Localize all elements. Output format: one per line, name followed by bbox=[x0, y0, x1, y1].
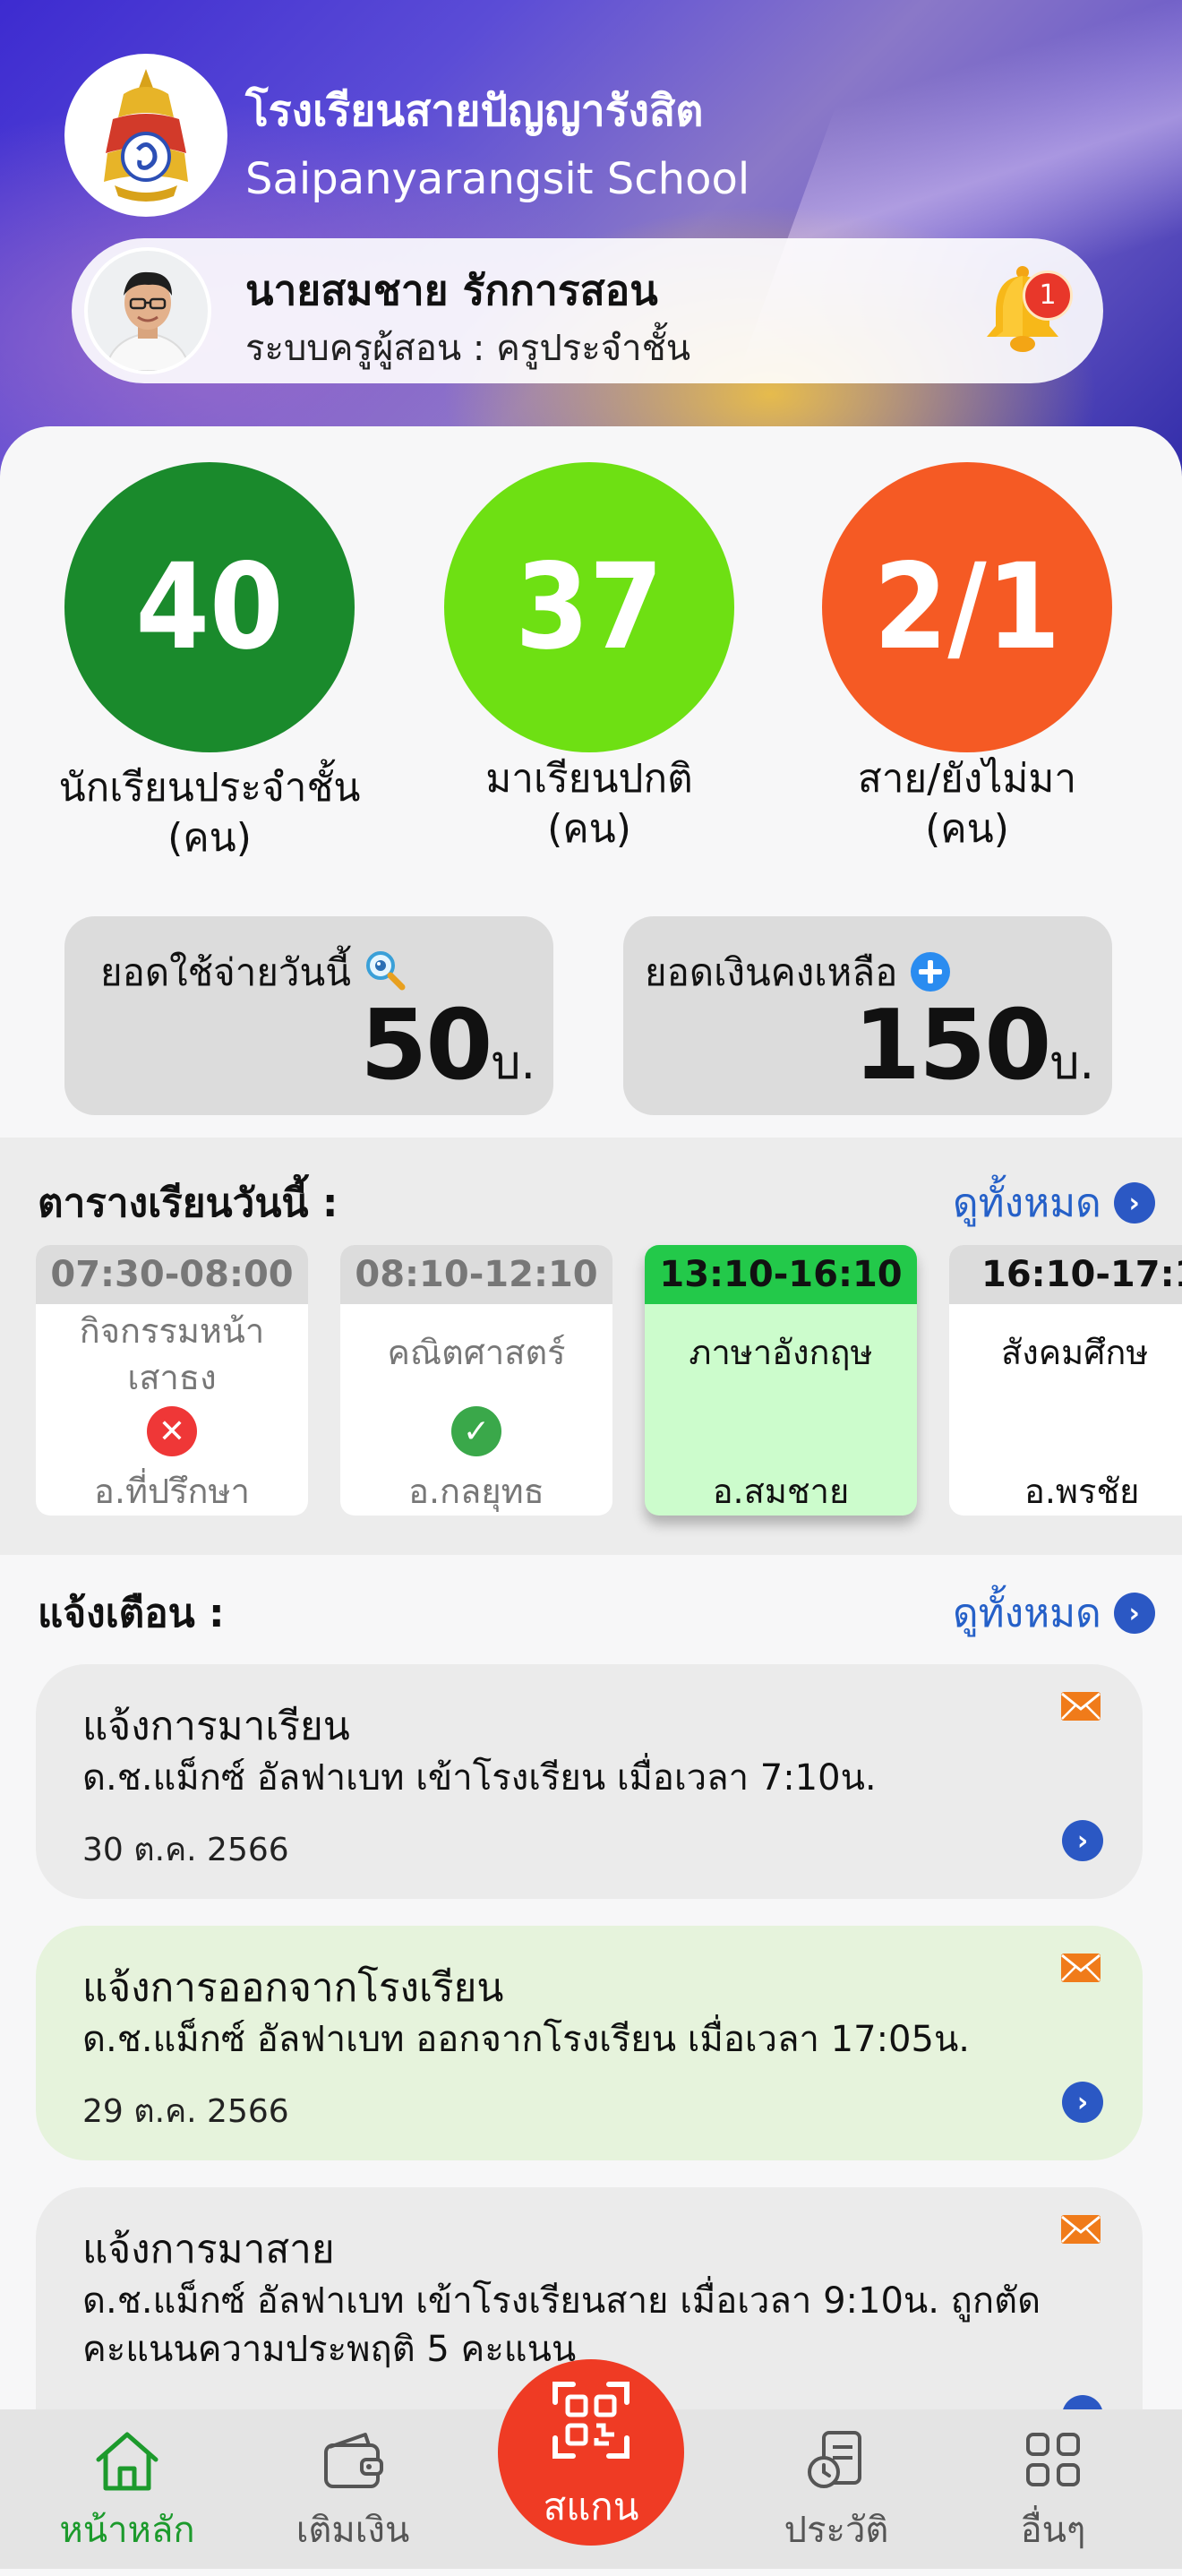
slot-time: 07:30-08:00 bbox=[36, 1245, 308, 1304]
tab-more[interactable]: อื่นๆ bbox=[964, 2427, 1143, 2558]
tab-home[interactable]: หน้าหลัก bbox=[38, 2427, 217, 2558]
schedule-title: ตารางเรียนวันนี้ : bbox=[38, 1181, 338, 1226]
alert-title: แจ้งการออกจากโรงเรียน bbox=[82, 1965, 504, 2011]
slot-time: 16:10-17:1 bbox=[949, 1245, 1182, 1304]
balance-label: ยอดเงินคงเหลือ bbox=[645, 950, 898, 994]
school-name-thai: โรงเรียนสายปัญญารังสิต bbox=[245, 86, 704, 136]
slot-subject: ภาษาอังกฤษ bbox=[689, 1333, 873, 1372]
late-absent-label: สาย/ยังไม่มา (คน) bbox=[779, 754, 1155, 854]
schedule-see-all-link[interactable]: ดูทั้งหมด › bbox=[953, 1172, 1155, 1234]
tab-history[interactable]: ประวัติ bbox=[747, 2427, 926, 2558]
late-absent-stat[interactable]: 2/1 bbox=[822, 462, 1112, 752]
currency-unit: บ. bbox=[491, 1036, 535, 1090]
alert-date: 30 ต.ค. 2566 bbox=[82, 1832, 289, 1868]
envelope-icon bbox=[1061, 1953, 1101, 1982]
balance-amount: 150บ. bbox=[853, 990, 1094, 1102]
add-funds-icon[interactable] bbox=[910, 951, 951, 992]
scan-label: สแกน bbox=[543, 2485, 639, 2529]
school-emblem-icon bbox=[104, 69, 188, 202]
chevron-right-icon[interactable]: › bbox=[1113, 1593, 1155, 1634]
alert-title: แจ้งการมาเรียน bbox=[82, 1704, 350, 1749]
wallet-icon bbox=[324, 2433, 383, 2488]
chevron-right-icon[interactable]: › bbox=[1062, 2082, 1103, 2123]
qr-scan-icon bbox=[552, 2382, 630, 2459]
tab-topup-label: เติมเงิน bbox=[296, 2510, 410, 2551]
grid-more-icon bbox=[1026, 2433, 1080, 2486]
alert-card[interactable]: แจ้งการออกจากโรงเรียน ด.ช.แม็กซ์ อัลฟาเบ… bbox=[36, 1926, 1143, 2160]
spend-today-value: 50 bbox=[360, 990, 492, 1102]
balance-card[interactable]: ยอดเงินคงเหลือ 150บ. bbox=[623, 916, 1112, 1115]
absent-x-icon: ✕ bbox=[147, 1406, 197, 1456]
see-all-label: ดูทั้งหมด bbox=[953, 1591, 1101, 1636]
total-students-stat[interactable]: 40 bbox=[64, 462, 355, 752]
slot-teacher: อ.ที่ปรึกษา bbox=[94, 1472, 250, 1511]
alerts-title: แจ้งเตือน : bbox=[38, 1591, 225, 1636]
alert-message: ด.ช.แม็กซ์ อัลฟาเบท เข้าโรงเรียนสาย เมื่… bbox=[82, 2280, 1041, 2370]
school-name-english: Saipanyarangsit School bbox=[245, 154, 750, 204]
spend-today-amount: 50บ. bbox=[360, 990, 535, 1102]
balance-value: 150 bbox=[853, 990, 1051, 1102]
scan-button[interactable]: สแกน bbox=[498, 2359, 684, 2546]
slot-time: 08:10-12:10 bbox=[340, 1245, 612, 1304]
tab-topup[interactable]: เติมเงิน bbox=[263, 2427, 442, 2558]
alert-title: แจ้งการมาสาย bbox=[82, 2227, 335, 2272]
alert-message: ด.ช.แม็กซ์ อัลฟาเบท ออกจากโรงเรียน เมื่อ… bbox=[82, 2019, 970, 2060]
chevron-right-icon[interactable]: › bbox=[1113, 1182, 1155, 1224]
avatar[interactable] bbox=[84, 247, 211, 374]
spend-today-label: ยอดใช้จ่ายวันนี้ bbox=[100, 950, 351, 994]
history-document-icon bbox=[808, 2431, 861, 2488]
school-logo bbox=[64, 54, 227, 217]
schedule-slot[interactable]: 07:30-08:00 กิจกรรมหน้าเสาธง ✕ อ.ที่ปรึก… bbox=[36, 1245, 308, 1516]
tab-history-label: ประวัติ bbox=[784, 2510, 889, 2551]
stat-label-line: สาย/ยังไม่มา bbox=[857, 756, 1077, 802]
slot-subject: คณิตศาสตร์ bbox=[387, 1333, 566, 1372]
alerts-see-all-link[interactable]: ดูทั้งหมด › bbox=[953, 1582, 1155, 1644]
slot-subject: กิจกรรมหน้าเสาธง bbox=[79, 1311, 265, 1397]
see-all-label: ดูทั้งหมด bbox=[953, 1181, 1101, 1226]
slot-teacher: อ.พรชัย bbox=[1024, 1472, 1140, 1511]
envelope-icon bbox=[1061, 2215, 1101, 2244]
spend-today-card[interactable]: ยอดใช้จ่ายวันนี้ 50บ. bbox=[64, 916, 553, 1115]
user-name: นายสมชาย รักการสอน bbox=[245, 266, 658, 314]
stat-label-unit: (คน) bbox=[167, 815, 252, 861]
home-icon bbox=[96, 2432, 158, 2491]
stat-label-line: นักเรียนประจำชั้น bbox=[58, 765, 361, 811]
stat-label-unit: (คน) bbox=[547, 806, 631, 852]
chevron-right-icon[interactable]: › bbox=[1062, 1820, 1103, 1861]
schedule-slot[interactable]: 08:10-12:10 คณิตศาสตร์ ✓ อ.กลยุทธ bbox=[340, 1245, 612, 1516]
total-students-label: นักเรียนประจำชั้น (คน) bbox=[21, 763, 398, 863]
currency-unit: บ. bbox=[1049, 1036, 1094, 1090]
present-check-icon: ✓ bbox=[451, 1406, 501, 1456]
schedule-slot-current[interactable]: 13:10-16:10 ภาษาอังกฤษ อ.สมชาย bbox=[645, 1245, 917, 1516]
alert-card[interactable]: แจ้งการมาเรียน ด.ช.แม็กซ์ อัลฟาเบท เข้าโ… bbox=[36, 1664, 1143, 1899]
user-role: ระบบครูผู้สอน : ครูประจำชั้น bbox=[245, 328, 691, 369]
envelope-icon bbox=[1061, 1692, 1101, 1721]
stat-label-line: มาเรียนปกติ bbox=[485, 756, 693, 802]
teacher-photo-icon bbox=[88, 251, 208, 371]
tab-more-label: อื่นๆ bbox=[1020, 2510, 1086, 2551]
slot-subject: สังคมศึกษ bbox=[1001, 1333, 1149, 1372]
present-students-stat[interactable]: 37 bbox=[444, 462, 734, 752]
slot-time: 13:10-16:10 bbox=[645, 1245, 917, 1304]
stat-label-unit: (คน) bbox=[925, 806, 1009, 852]
present-students-label: มาเรียนปกติ (คน) bbox=[401, 754, 777, 854]
alert-date: 29 ต.ค. 2566 bbox=[82, 2093, 289, 2130]
schedule-slot[interactable]: 16:10-17:1 สังคมศึกษ อ.พรชัย bbox=[949, 1245, 1182, 1516]
user-profile-card[interactable]: นายสมชาย รักการสอน ระบบครูผู้สอน : ครูปร… bbox=[72, 238, 1103, 383]
magnifier-eye-icon[interactable] bbox=[363, 948, 406, 991]
slot-teacher: อ.สมชาย bbox=[712, 1472, 850, 1511]
slot-teacher: อ.กลยุทธ bbox=[408, 1472, 544, 1511]
notification-badge: 1 bbox=[1023, 270, 1073, 321]
alert-message: ด.ช.แม็กซ์ อัลฟาเบท เข้าโรงเรียน เมื่อเว… bbox=[82, 1757, 877, 1799]
tab-home-label: หน้าหลัก bbox=[59, 2510, 195, 2551]
